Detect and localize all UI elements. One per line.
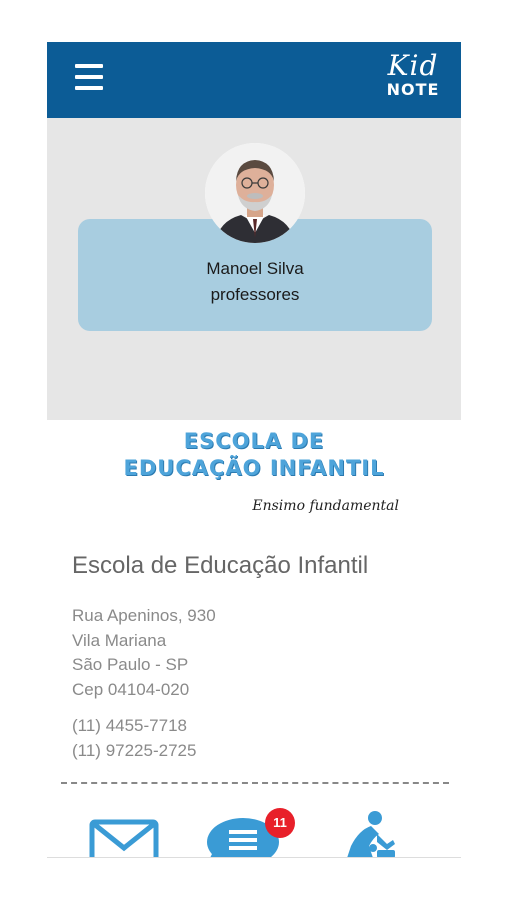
chat-icon[interactable]: 11 bbox=[205, 800, 305, 858]
school-phones: (11) 4455-7718 (11) 97225-2725 bbox=[72, 714, 196, 763]
app-logo: Kid NOTE bbox=[383, 50, 443, 110]
bottom-nav: 11 bbox=[47, 800, 461, 858]
school-address: Rua Apeninos, 930 Vila Mariana São Paulo… bbox=[72, 604, 216, 702]
school-name: Escola de Educação Infantil bbox=[72, 552, 369, 579]
school-logo-line-2: EDUCAÇÃO INFANTIL bbox=[123, 456, 385, 480]
section-divider bbox=[61, 782, 449, 784]
profile-name: Manoel Silva bbox=[206, 259, 304, 278]
app-screen: Kid NOTE Manoel Silva professores ESCOLA… bbox=[47, 42, 461, 858]
avatar-photo bbox=[205, 143, 305, 243]
app-header: Kid NOTE bbox=[47, 42, 461, 118]
phone-number[interactable]: (11) 97225-2725 bbox=[72, 739, 196, 764]
activity-icon[interactable] bbox=[333, 800, 403, 858]
school-logo-line-1: ESCOLA DE bbox=[183, 429, 325, 453]
school-logo-tagline: Ensimo fundamental bbox=[252, 498, 399, 514]
user-avatar[interactable] bbox=[205, 143, 305, 243]
profile-role: professores bbox=[210, 285, 300, 304]
profile-section: Manoel Silva professores bbox=[47, 118, 461, 420]
mail-icon[interactable] bbox=[89, 800, 159, 858]
address-line: Rua Apeninos, 930 bbox=[72, 606, 216, 625]
phone-number[interactable]: (11) 4455-7718 bbox=[72, 714, 196, 739]
hamburger-menu-icon[interactable] bbox=[75, 64, 103, 90]
chat-badge: 11 bbox=[265, 808, 295, 838]
address-line: Cep 04104-020 bbox=[72, 679, 190, 699]
app-logo-note: NOTE bbox=[386, 80, 440, 99]
bottom-edge bbox=[47, 857, 461, 858]
school-logo: ESCOLA DE EDUCAÇÃO INFANTIL Ensimo funda… bbox=[47, 428, 461, 520]
address-line: São Paulo - SP bbox=[72, 655, 189, 674]
address-line: Vila Mariana bbox=[72, 630, 167, 650]
app-logo-kid: Kid bbox=[387, 49, 439, 82]
